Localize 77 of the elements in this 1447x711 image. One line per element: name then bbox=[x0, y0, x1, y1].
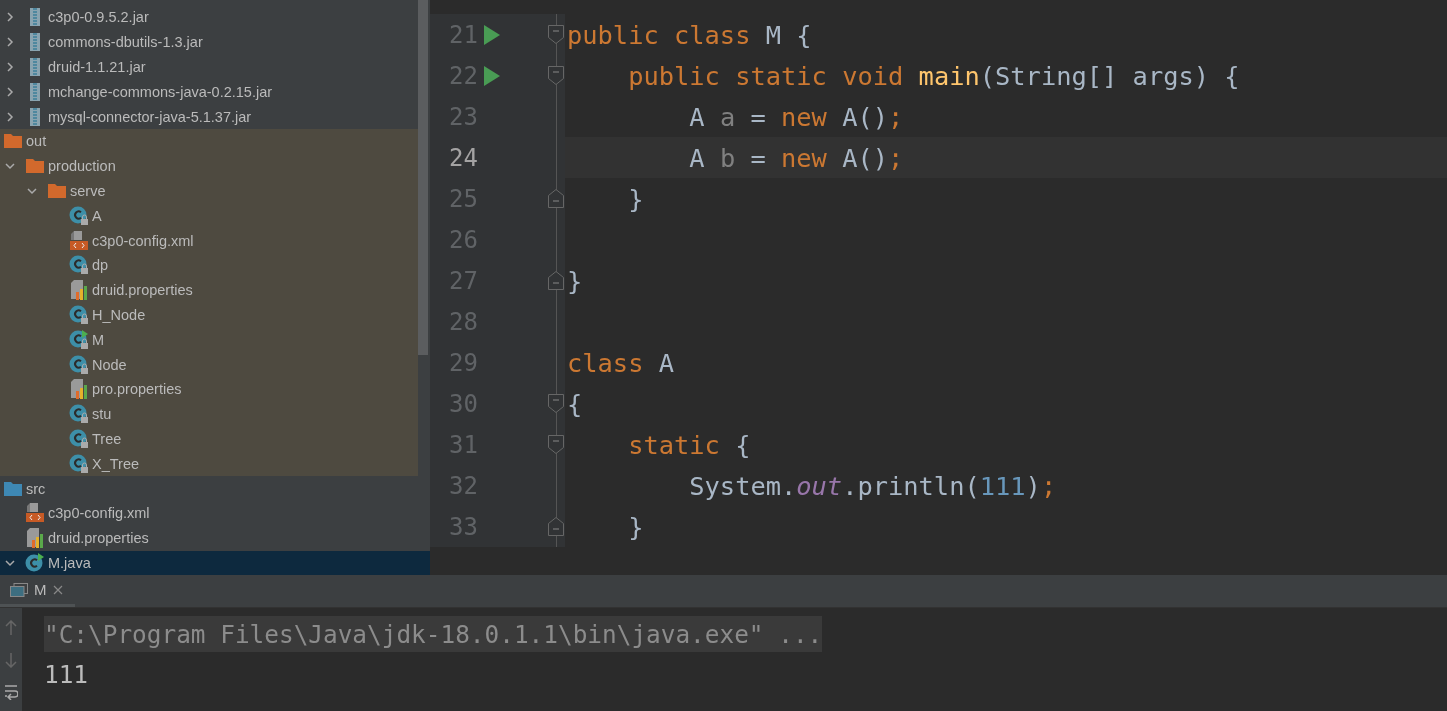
console-output: 111 bbox=[44, 659, 89, 689]
tree-item-label[interactable]: serve bbox=[70, 182, 106, 199]
xml-file-icon bbox=[70, 230, 88, 251]
fold-collapse-icon[interactable] bbox=[548, 435, 564, 454]
runnable-class-icon bbox=[69, 329, 89, 350]
tree-item-label[interactable]: A bbox=[92, 207, 102, 224]
folder-icon bbox=[48, 183, 66, 198]
jar-file-icon bbox=[30, 82, 40, 101]
folder-icon bbox=[4, 481, 22, 496]
code-line: } bbox=[567, 265, 583, 296]
code-line: public static void main(String[] args) { bbox=[627, 60, 1240, 91]
xml-file-icon bbox=[26, 503, 44, 524]
code-line: public class M { bbox=[567, 19, 812, 50]
properties-file-icon bbox=[26, 528, 44, 549]
jar-file-icon bbox=[30, 58, 40, 76]
jar-file-icon bbox=[30, 8, 40, 27]
properties-file-icon bbox=[70, 379, 88, 400]
tree-item-label[interactable]: M.java bbox=[48, 554, 91, 571]
scrollbar[interactable] bbox=[418, 0, 428, 355]
class-file-icon bbox=[69, 205, 89, 226]
tree-item-label[interactable]: X_Tree bbox=[92, 455, 139, 472]
tree-item-label[interactable]: src bbox=[26, 480, 46, 497]
tree-item-label[interactable]: druid.properties bbox=[48, 530, 149, 547]
fold-expand-icon[interactable] bbox=[548, 271, 564, 290]
code-line: A a = new A(); bbox=[688, 101, 904, 132]
fold-expand-icon[interactable] bbox=[548, 189, 564, 208]
jar-file-icon bbox=[30, 107, 40, 126]
tree-item-label[interactable]: mchange-commons-java-0.2.15.jar bbox=[48, 83, 273, 100]
jar-file-icon bbox=[30, 33, 40, 52]
code-line: A b = new A(); bbox=[688, 142, 904, 173]
class-file-icon bbox=[69, 354, 89, 375]
class-file-icon bbox=[69, 255, 89, 276]
expand-chevron-icon[interactable] bbox=[4, 110, 16, 123]
run-icon[interactable] bbox=[483, 65, 500, 86]
expand-chevron-icon[interactable] bbox=[4, 11, 16, 24]
tree-item-label[interactable]: stu bbox=[92, 406, 112, 423]
fold-collapse-icon[interactable] bbox=[548, 394, 564, 413]
fold-collapse-icon[interactable] bbox=[548, 25, 564, 44]
tree-item-label[interactable]: dp bbox=[92, 257, 109, 274]
expand-chevron-icon[interactable] bbox=[4, 85, 16, 98]
run-icon[interactable] bbox=[483, 24, 500, 45]
tree-item-label[interactable]: M bbox=[92, 331, 105, 348]
expand-chevron-icon[interactable] bbox=[4, 36, 16, 49]
tree-item-label[interactable]: c3p0-config.xml bbox=[48, 505, 150, 522]
code-line: class A bbox=[567, 347, 674, 378]
tree-item-label[interactable]: Node bbox=[92, 356, 127, 373]
code-line: { bbox=[567, 388, 583, 419]
folder-icon bbox=[4, 134, 22, 149]
tree-item-label[interactable]: commons-dbutils-1.3.jar bbox=[48, 34, 203, 51]
code-line: } bbox=[627, 511, 644, 542]
properties-file-icon bbox=[70, 280, 88, 301]
class-file-icon bbox=[69, 304, 89, 325]
folder-icon bbox=[26, 159, 44, 174]
tree-item-label[interactable]: pro.properties bbox=[92, 381, 182, 398]
class-file-icon bbox=[69, 404, 89, 425]
fold-collapse-icon[interactable] bbox=[548, 66, 564, 85]
code-line: } bbox=[627, 183, 644, 214]
tree-item-label[interactable]: H_Node bbox=[92, 306, 146, 323]
tree-item-label[interactable]: druid.properties bbox=[92, 282, 193, 299]
tree-item-label[interactable]: c3p0-0.9.5.2.jar bbox=[48, 9, 149, 26]
tree-item-label[interactable]: druid-1.1.21.jar bbox=[48, 59, 146, 75]
class-file-icon bbox=[69, 428, 89, 449]
tree-item-label[interactable]: out bbox=[26, 133, 47, 150]
tree-item-label[interactable]: production bbox=[48, 158, 116, 175]
code-line: static { bbox=[627, 429, 751, 460]
tree-item-label[interactable]: mysql-connector-java-5.1.37.jar bbox=[48, 108, 252, 125]
console-icon bbox=[10, 582, 28, 597]
runnable-class-icon bbox=[25, 552, 45, 573]
expand-chevron-icon[interactable] bbox=[4, 61, 16, 73]
line-number: 24 bbox=[448, 143, 478, 172]
tree-item-label[interactable]: Tree bbox=[92, 430, 122, 447]
fold-expand-icon[interactable] bbox=[548, 517, 564, 536]
tree-item-label[interactable]: c3p0-config.xml bbox=[92, 232, 194, 249]
soft-wrap-icon[interactable] bbox=[4, 684, 18, 700]
code-line: System.out.println(111); bbox=[688, 470, 1057, 501]
close-icon[interactable] bbox=[52, 584, 63, 595]
class-file-icon bbox=[69, 453, 89, 474]
